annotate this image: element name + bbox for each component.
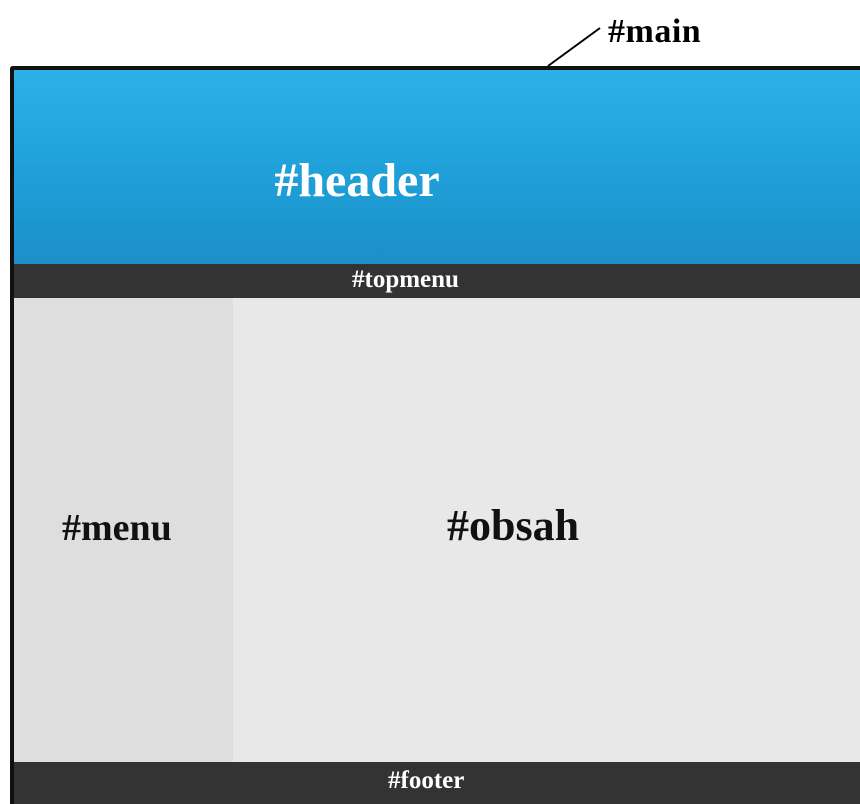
obsah-label: #obsah — [447, 501, 580, 550]
topmenu-region: #topmenu — [14, 264, 860, 298]
main-container: #header #topmenu #menu #obsah #footer — [10, 66, 860, 804]
footer-label: #footer — [388, 767, 465, 794]
footer-region: #footer — [14, 762, 860, 804]
menu-region: #menu — [14, 298, 233, 762]
layout-diagram: #main #header #topmenu #menu #obsah #foo… — [0, 0, 860, 804]
main-label: #main — [608, 13, 702, 50]
header-label: #header — [274, 154, 440, 207]
menu-label: #menu — [62, 507, 172, 549]
header-region: #header — [14, 70, 860, 264]
obsah-region: #obsah — [233, 298, 860, 762]
topmenu-label: #topmenu — [352, 266, 459, 293]
